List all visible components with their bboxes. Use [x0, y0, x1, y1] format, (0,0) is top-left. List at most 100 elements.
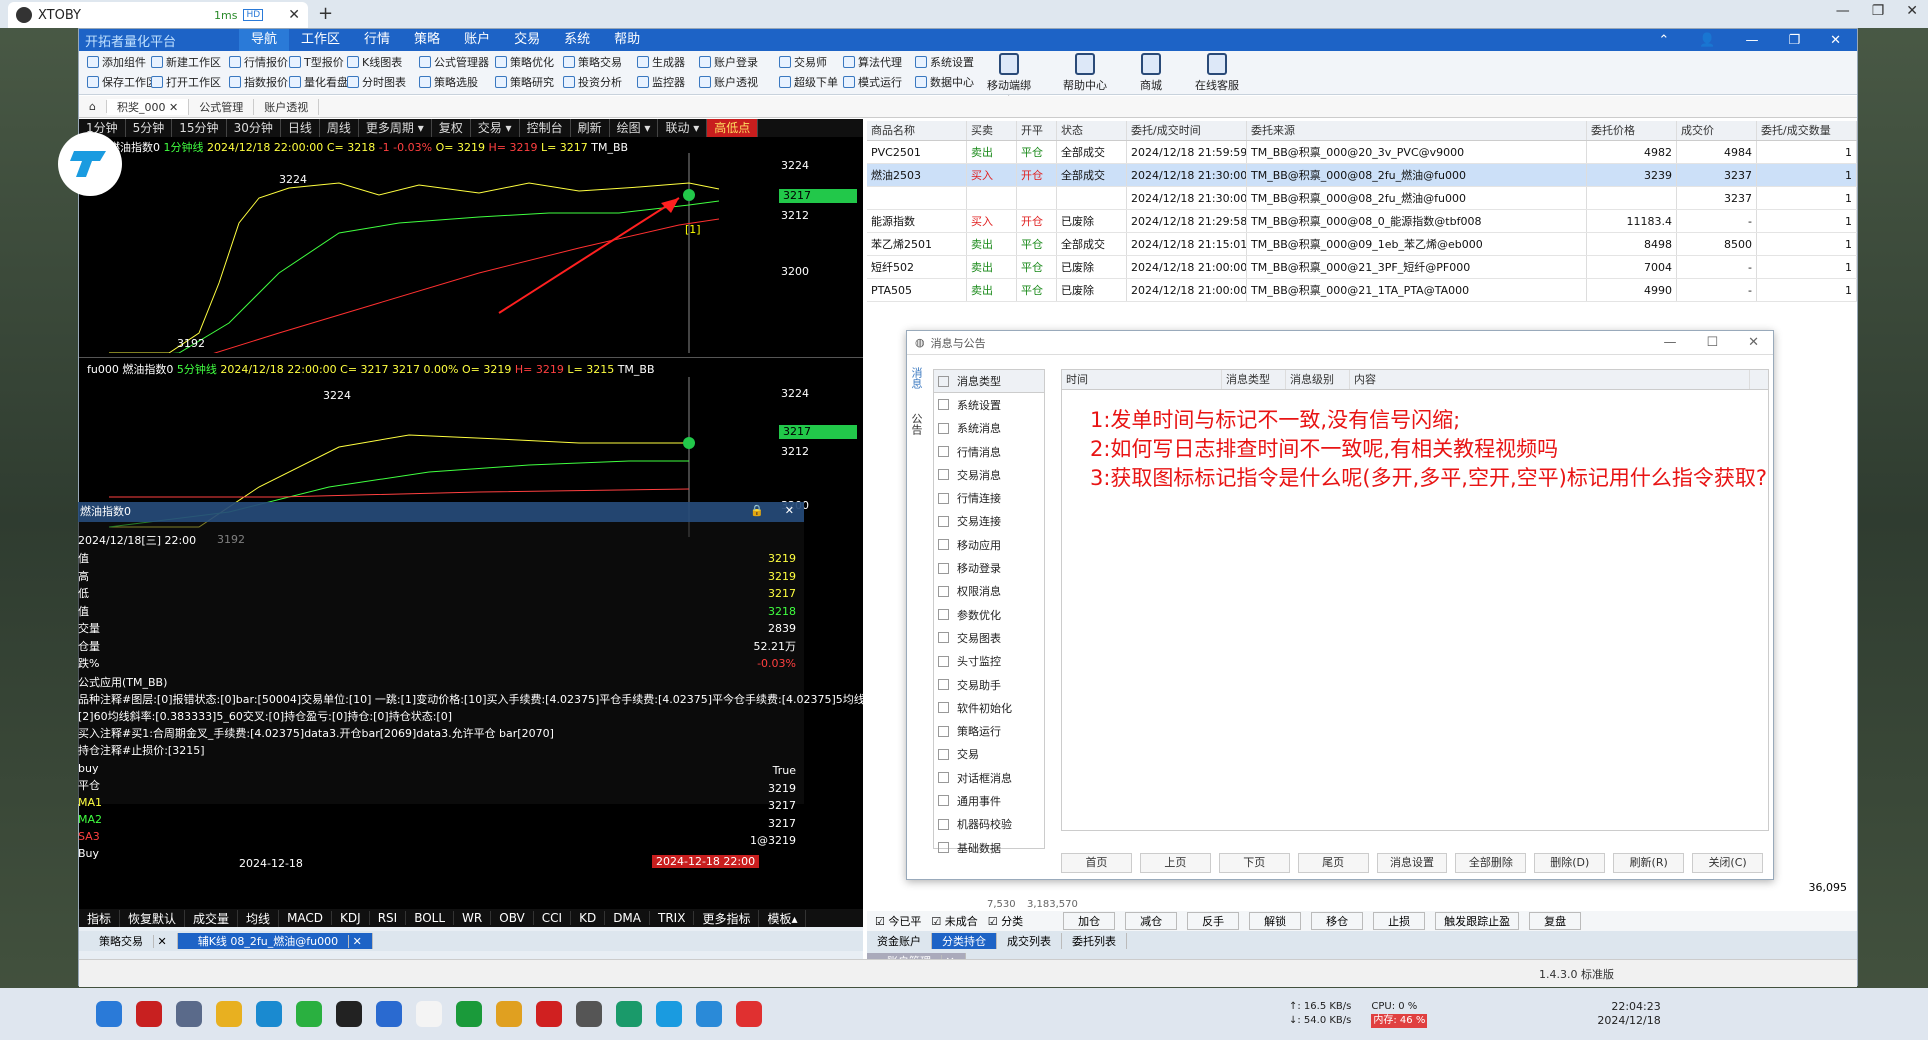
super-order-button[interactable]: 超级下单	[779, 74, 838, 90]
tab-close-icon[interactable]: ✕	[288, 7, 300, 23]
dialog-minimize-button[interactable]: —	[1663, 335, 1676, 350]
checkbox-icon[interactable]	[938, 842, 949, 854]
folder-icon[interactable]	[216, 1001, 242, 1027]
period-30m[interactable]: 30分钟	[227, 119, 281, 137]
menu-nav[interactable]: 导航	[239, 29, 290, 51]
message-type-item[interactable]: 移动登录	[934, 556, 1044, 579]
tab-orders[interactable]: 委托列表	[1062, 933, 1127, 949]
btn-move[interactable]: 移仓	[1311, 912, 1364, 930]
next-page-button[interactable]: 下页	[1218, 853, 1290, 873]
save-workspace-button[interactable]: 保存工作区	[87, 74, 157, 90]
checkbox-icon[interactable]	[938, 446, 949, 458]
checkbox-icon[interactable]	[938, 585, 949, 597]
indicator-tab[interactable]: OBV	[491, 911, 534, 925]
kugou-icon[interactable]	[376, 1001, 402, 1027]
checkbox-icon[interactable]	[938, 492, 949, 504]
btn-trail[interactable]: 触发跟踪止盈	[1435, 912, 1520, 930]
checkbox-icon[interactable]	[938, 562, 949, 574]
menu-workspace[interactable]: 工作区	[289, 29, 352, 51]
strategy-research-button[interactable]: 策略研究	[495, 74, 554, 90]
message-type-item[interactable]: 机器码校验	[934, 813, 1044, 836]
message-type-item[interactable]: 头寸监控	[934, 650, 1044, 673]
index-quote-button[interactable]: 指数报价	[229, 74, 288, 90]
checkbox-closed[interactable]: ☑ 今已平	[875, 913, 921, 929]
formula-manager-button[interactable]: 公式管理器	[419, 54, 489, 70]
app5-icon[interactable]	[576, 1001, 602, 1027]
indicator-tab[interactable]: 模板▴	[759, 909, 807, 927]
tab-sub-kline[interactable]: 辅K线 08_2fu_燃油@fu000 ✕	[177, 933, 373, 949]
indicator-tab[interactable]: 成交量	[185, 909, 239, 927]
period-more[interactable]: 更多周期 ▾	[359, 119, 432, 137]
tab-formula[interactable]: 公式管理	[189, 98, 255, 115]
menu-strategy[interactable]: 策略	[402, 29, 452, 51]
trader-button[interactable]: 交易师	[779, 54, 827, 70]
app2-icon[interactable]	[456, 1001, 482, 1027]
checkbox-classify[interactable]: ☑ 分类	[988, 913, 1023, 929]
indicator-tab[interactable]: 均线	[238, 909, 280, 927]
indicator-tab[interactable]: 指标	[79, 909, 121, 927]
message-type-item[interactable]: 系统设置	[934, 393, 1044, 416]
quote-button[interactable]: 行情报价	[229, 54, 288, 70]
wechat-icon[interactable]	[296, 1001, 322, 1027]
message-type-item[interactable]: 行情消息	[934, 440, 1044, 463]
new-tab-button[interactable]: +	[318, 3, 333, 24]
strategy-optimize-button[interactable]: 策略优化	[495, 54, 554, 70]
order-row[interactable]: PVC2501 卖出 平仓 全部成交 2024/12/18 21:59:59 TM_BB@…	[867, 141, 1857, 164]
btn-add[interactable]: 加仓	[1063, 912, 1116, 930]
message-type-item[interactable]: 行情连接	[934, 486, 1044, 509]
checkbox-icon[interactable]	[938, 725, 949, 737]
message-type-item[interactable]: 系统消息	[934, 417, 1044, 440]
message-type-item[interactable]: 策略运行	[934, 719, 1044, 742]
delete-all-button[interactable]: 全部删除	[1455, 853, 1527, 873]
app-minimize-button[interactable]: —	[1745, 33, 1758, 48]
start-icon[interactable]	[96, 1001, 122, 1027]
indicator-tab[interactable]: 更多指标	[694, 909, 760, 927]
indicator-tab[interactable]: WR	[454, 911, 492, 925]
checkbox-icon[interactable]	[938, 795, 949, 807]
indicator-tab[interactable]: KD	[571, 911, 606, 925]
order-row[interactable]: 能源指数 买入 开仓 已废除 2024/12/18 21:29:58 TM_BB@积禀_0…	[867, 210, 1857, 233]
refresh-button[interactable]: 刷新	[571, 119, 610, 137]
order-row[interactable]: 2024/12/18 21:30:00 TM_BB@积禀_000@08_2fu_燃…	[867, 187, 1857, 210]
mode-run-button[interactable]: 模式运行	[843, 74, 902, 90]
tab-strategy-trade[interactable]: 策略交易 ✕	[79, 933, 178, 949]
tab-positions[interactable]: 分类持仓	[932, 933, 997, 949]
checkbox-icon[interactable]	[938, 679, 949, 690]
message-type-item[interactable]: 参数优化	[934, 603, 1044, 626]
app6-icon[interactable]	[696, 1001, 722, 1027]
btn-reduce[interactable]: 减仓	[1125, 912, 1178, 930]
menu-system[interactable]: 系统	[552, 29, 602, 51]
tab-funds[interactable]: 资金账户	[867, 933, 932, 949]
menu-quote[interactable]: 行情	[352, 29, 402, 51]
tab-account-view[interactable]: 账户透视	[254, 98, 320, 115]
message-type-item[interactable]: 通用事件	[934, 789, 1044, 812]
menu-trade[interactable]: 交易	[502, 29, 552, 51]
checkbox-icon[interactable]	[938, 539, 949, 551]
checkbox-icon[interactable]	[938, 702, 949, 714]
notepad-icon[interactable]	[416, 1001, 442, 1027]
stock-select-button[interactable]: 策略选股	[419, 74, 478, 90]
strategy-trade-button[interactable]: 策略交易	[563, 54, 622, 70]
checkbox-icon[interactable]	[938, 772, 949, 784]
account-login-button[interactable]: 账户登录	[699, 54, 758, 70]
indicator-tab[interactable]: MACD	[279, 911, 333, 925]
app3-icon[interactable]	[496, 1001, 522, 1027]
first-page-button[interactable]: 首页	[1061, 853, 1132, 873]
checkbox-icon[interactable]	[938, 748, 949, 760]
calculator-icon[interactable]	[176, 1001, 202, 1027]
app-restore-button[interactable]: ❐	[1788, 33, 1800, 48]
kline-button[interactable]: K线图表	[347, 54, 402, 70]
help-center-button[interactable]: 帮助中心	[1059, 53, 1111, 93]
generator-button[interactable]: 生成器	[637, 54, 685, 70]
add-component-button[interactable]: 添加组件	[87, 54, 146, 70]
home-icon[interactable]: ⌂	[79, 100, 107, 113]
monitor-button[interactable]: 监控器	[637, 74, 685, 90]
side-tab-message[interactable]: 消息	[909, 367, 923, 389]
edge-icon[interactable]	[256, 1001, 282, 1027]
adjust-button[interactable]: 复权	[432, 119, 471, 137]
message-type-item[interactable]: 交易消息	[934, 463, 1044, 486]
invest-analysis-button[interactable]: 投资分析	[563, 74, 622, 90]
order-row[interactable]: 短纤502 卖出 平仓 已废除 2024/12/18 21:00:00 TM_BB@积禀_…	[867, 256, 1857, 279]
last-page-button[interactable]: 尾页	[1297, 853, 1369, 873]
menu-help[interactable]: 帮助	[602, 29, 652, 51]
